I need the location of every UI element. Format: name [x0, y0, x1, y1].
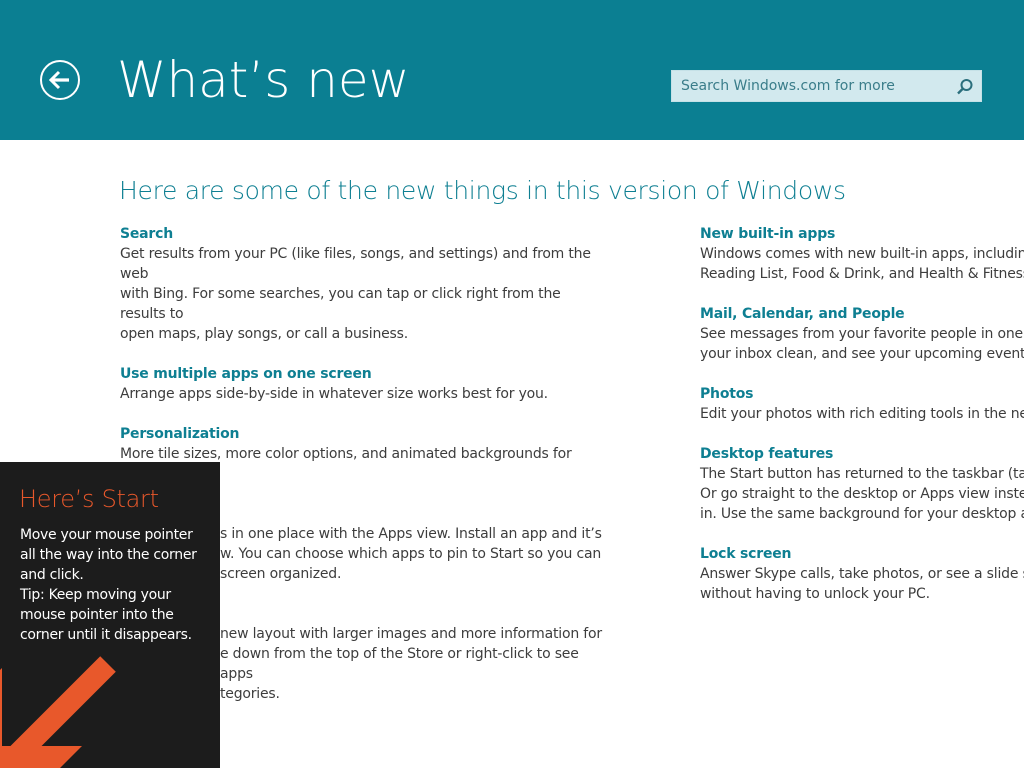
page-title: What’s new: [117, 51, 410, 109]
feature-search: Search Get results from your PC (like fi…: [120, 224, 620, 344]
right-features: New built-in apps Windows comes with new…: [700, 224, 1024, 624]
back-arrow-icon: [49, 70, 69, 90]
feature-title[interactable]: Lock screen: [700, 544, 1024, 564]
feature-title[interactable]: Use multiple apps on one screen: [120, 364, 620, 384]
feature-title[interactable]: Desktop features: [700, 444, 1024, 464]
feature-description: Get results from your PC (like files, so…: [120, 246, 591, 342]
corner-arrow-icon: [0, 656, 116, 768]
tip-title: Here’s Start: [19, 485, 159, 513]
feature-description: Edit your photos with rich editing tools…: [700, 406, 1024, 422]
intro-heading: Here are some of the new things in this …: [119, 176, 846, 205]
feature-title[interactable]: Mail, Calendar, and People: [700, 304, 1024, 324]
feature-description: Windows comes with new built-in apps, in…: [700, 246, 1024, 282]
feature-photos: Photos Edit your photos with rich editin…: [700, 384, 1024, 424]
search-input[interactable]: [672, 71, 951, 101]
feature-description: Arrange apps side-by-side in whatever si…: [120, 386, 548, 402]
feature-mail-calendar-people: Mail, Calendar, and People See messages …: [700, 304, 1024, 364]
feature-title[interactable]: Photos: [700, 384, 1024, 404]
feature-multiple-apps: Use multiple apps on one screen Arrange …: [120, 364, 620, 404]
search-box[interactable]: [671, 70, 982, 102]
feature-desktop: Desktop features The Start button has re…: [700, 444, 1024, 524]
feature-title[interactable]: New built-in apps: [700, 224, 1024, 244]
feature-title[interactable]: Personalization: [120, 424, 620, 444]
feature-title[interactable]: Search: [120, 224, 620, 244]
back-button[interactable]: [40, 60, 80, 100]
search-icon[interactable]: [955, 77, 975, 97]
feature-description: Answer Skype calls, take photos, or see …: [700, 566, 1024, 602]
feature-lock-screen: Lock screen Answer Skype calls, take pho…: [700, 544, 1024, 604]
tip-text: Move your mouse pointer all the way into…: [20, 527, 197, 643]
feature-description: See messages from your favorite people i…: [700, 326, 1024, 362]
header-bar: What’s new: [0, 0, 1024, 140]
feature-description: The Start button has returned to the tas…: [700, 466, 1024, 522]
feature-built-in-apps: New built-in apps Windows comes with new…: [700, 224, 1024, 284]
